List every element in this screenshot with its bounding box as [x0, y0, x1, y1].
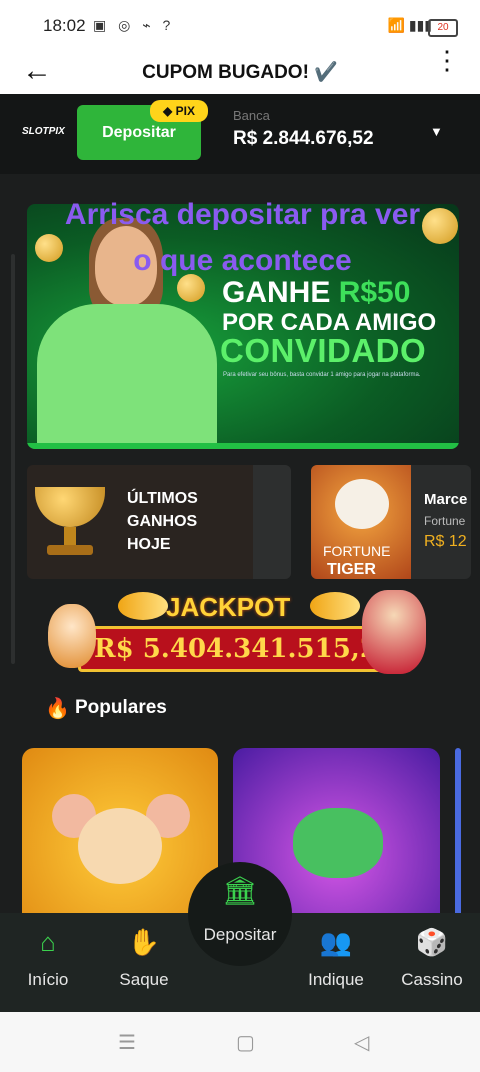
banner-highlight: CONVIDADO [220, 332, 427, 369]
dice-icon: 🎲 [415, 927, 449, 957]
scrollbar[interactable] [11, 254, 15, 664]
trophy-icon [35, 487, 105, 527]
latest-wins-card[interactable]: ÚLTIMOS GANHOS HOJE [27, 465, 291, 579]
trophy-base [47, 545, 93, 555]
mascot-icon [362, 590, 426, 674]
nav-item-indique[interactable]: 👥 Indique [296, 913, 376, 1012]
slotpix-logo[interactable]: SLOTPIX [22, 126, 65, 137]
latest-wins-title: ÚLTIMOS GANHOS HOJE [127, 490, 198, 553]
nav-label: Início [27, 970, 69, 989]
bank-icon: 🏛 [222, 875, 258, 906]
home-icon: ⌂ [40, 927, 56, 957]
fortune-tiger-thumbnail[interactable]: FORTUNE TIGER [311, 465, 411, 579]
battery-icon: 20 [428, 19, 458, 37]
pix-badge: ◆ PIX [150, 100, 208, 122]
home-button-icon[interactable]: ▢ [236, 1030, 255, 1055]
fire-icon: 🔥 [45, 698, 70, 720]
chevron-down-icon[interactable]: ▼ [430, 124, 443, 139]
card-divider [253, 465, 291, 579]
dragon-mascot-icon [293, 808, 383, 878]
coin-icon [35, 234, 63, 262]
recent-win-card[interactable]: FORTUNE TIGER Marce Fortune R$ 12 [311, 465, 471, 579]
signal-icon: 📶 ▮▮▮ [387, 17, 432, 33]
nav-item-cassino[interactable]: 🎲 Cassino [392, 913, 472, 1012]
winner-game: Fortune [424, 514, 466, 528]
jackpot-banner[interactable]: JACKPOT R$ 5.404.341.515,27 [48, 584, 432, 676]
recent-apps-icon[interactable]: ☰ [118, 1030, 136, 1055]
jackpot-title: JACKPOT [166, 592, 291, 622]
nav-label: Saque [119, 970, 169, 989]
banner-accent-line [27, 443, 459, 449]
users-icon: 👥 [319, 927, 353, 957]
notification-icons: ▣ ◎ ⌁ ? [93, 17, 175, 33]
back-button-icon[interactable]: ◁ [354, 1030, 369, 1055]
nav-label: Cassino [401, 970, 463, 989]
section-title-popular: Populares [75, 697, 167, 718]
nav-item-saque[interactable]: ✋ Saque [104, 913, 184, 1012]
center-deposit-label: Depositar [203, 925, 277, 944]
status-time: 18:02 [43, 16, 86, 35]
site-header: SLOTPIX Depositar ◆ PIX Banca R$ 2.844.6… [0, 94, 480, 174]
nav-item-inicio[interactable]: ⌂ Início [8, 913, 88, 1012]
winner-amount: R$ 12 [424, 533, 467, 550]
wing-left-icon [118, 592, 168, 620]
withdraw-hand-icon: ✋ [127, 927, 161, 957]
banca-balance: R$ 2.844.676,52 [233, 128, 374, 149]
main-content[interactable]: GANHE R$50 POR CADA AMIGO CONVIDADO Para… [0, 174, 480, 914]
page-title: CUPOM BUGADO! ✔️ [142, 62, 338, 83]
banner-fine-print: Para efetivar seu bônus, basta convidar … [223, 372, 421, 378]
thumb-label: FORTUNE [323, 543, 391, 559]
model-body [37, 304, 217, 449]
coin-icon [422, 208, 458, 244]
app-bar: ← CUPOM BUGADO! ✔️ ⋮ [0, 47, 480, 94]
tiger-mascot-icon [48, 604, 96, 668]
nav-label: Indique [308, 970, 364, 989]
more-vertical-icon[interactable]: ⋮ [434, 47, 460, 73]
wing-right-icon [310, 592, 360, 620]
trophy-stem [64, 527, 76, 547]
winner-name: Marce [424, 491, 468, 508]
mouse-mascot-icon [78, 808, 162, 884]
tiger-icon [335, 479, 389, 529]
banca-label: Banca [233, 108, 270, 123]
game-card-partial[interactable] [455, 748, 461, 914]
status-bar: 18:02 ▣ ◎ ⌁ ? 📶 ▮▮▮ 20 [0, 0, 480, 52]
thumb-label-bold: TIGER [327, 561, 376, 578]
overlay-caption: Arrisca depositar pra ver o que acontece [64, 198, 421, 277]
system-navigation-bar: ☰ ▢ ◁ [0, 1012, 480, 1072]
